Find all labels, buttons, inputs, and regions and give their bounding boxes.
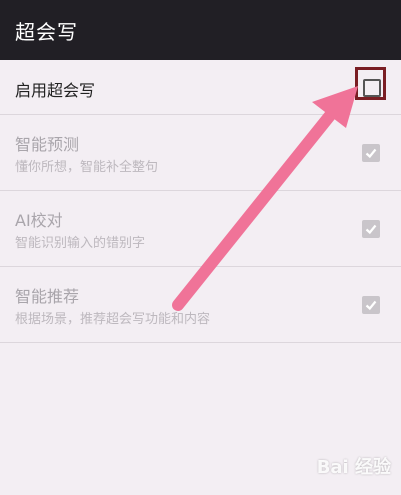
watermark: Bai 经验 — [316, 457, 391, 478]
setting-description: 懂你所想，智能补全整句 — [15, 160, 159, 175]
setting-smart-prediction: 智能预测 懂你所想，智能补全整句 — [0, 115, 401, 191]
setting-ai-proofread: AI校对 智能识别输入的错别字 — [0, 191, 401, 267]
highlight-box — [355, 67, 386, 100]
setting-label: 智能预测 — [15, 135, 80, 154]
setting-smart-recommend: 智能推荐 根据场景，推荐超会写功能和内容 — [0, 267, 401, 343]
check-icon — [365, 224, 377, 235]
setting-label: 智能推荐 — [15, 287, 80, 306]
app-bar: 超会写 — [0, 0, 401, 60]
setting-enable-chaohuixie[interactable]: 启用超会写 — [0, 60, 401, 115]
check-icon — [365, 300, 377, 311]
setting-description: 根据场景，推荐超会写功能和内容 — [15, 312, 211, 327]
checkbox-smart-recommend — [362, 296, 380, 314]
page-title: 超会写 — [15, 19, 78, 44]
checkbox-smart-prediction — [362, 144, 380, 162]
checkbox-ai-proofread — [362, 220, 380, 238]
setting-label: AI校对 — [15, 211, 63, 230]
setting-label: 启用超会写 — [15, 81, 96, 100]
settings-list: 启用超会写 智能预测 懂你所想，智能补全整句 AI校对 智能识别输入的错别字 智… — [0, 60, 401, 343]
setting-description: 智能识别输入的错别字 — [15, 236, 146, 251]
check-icon — [365, 148, 377, 159]
